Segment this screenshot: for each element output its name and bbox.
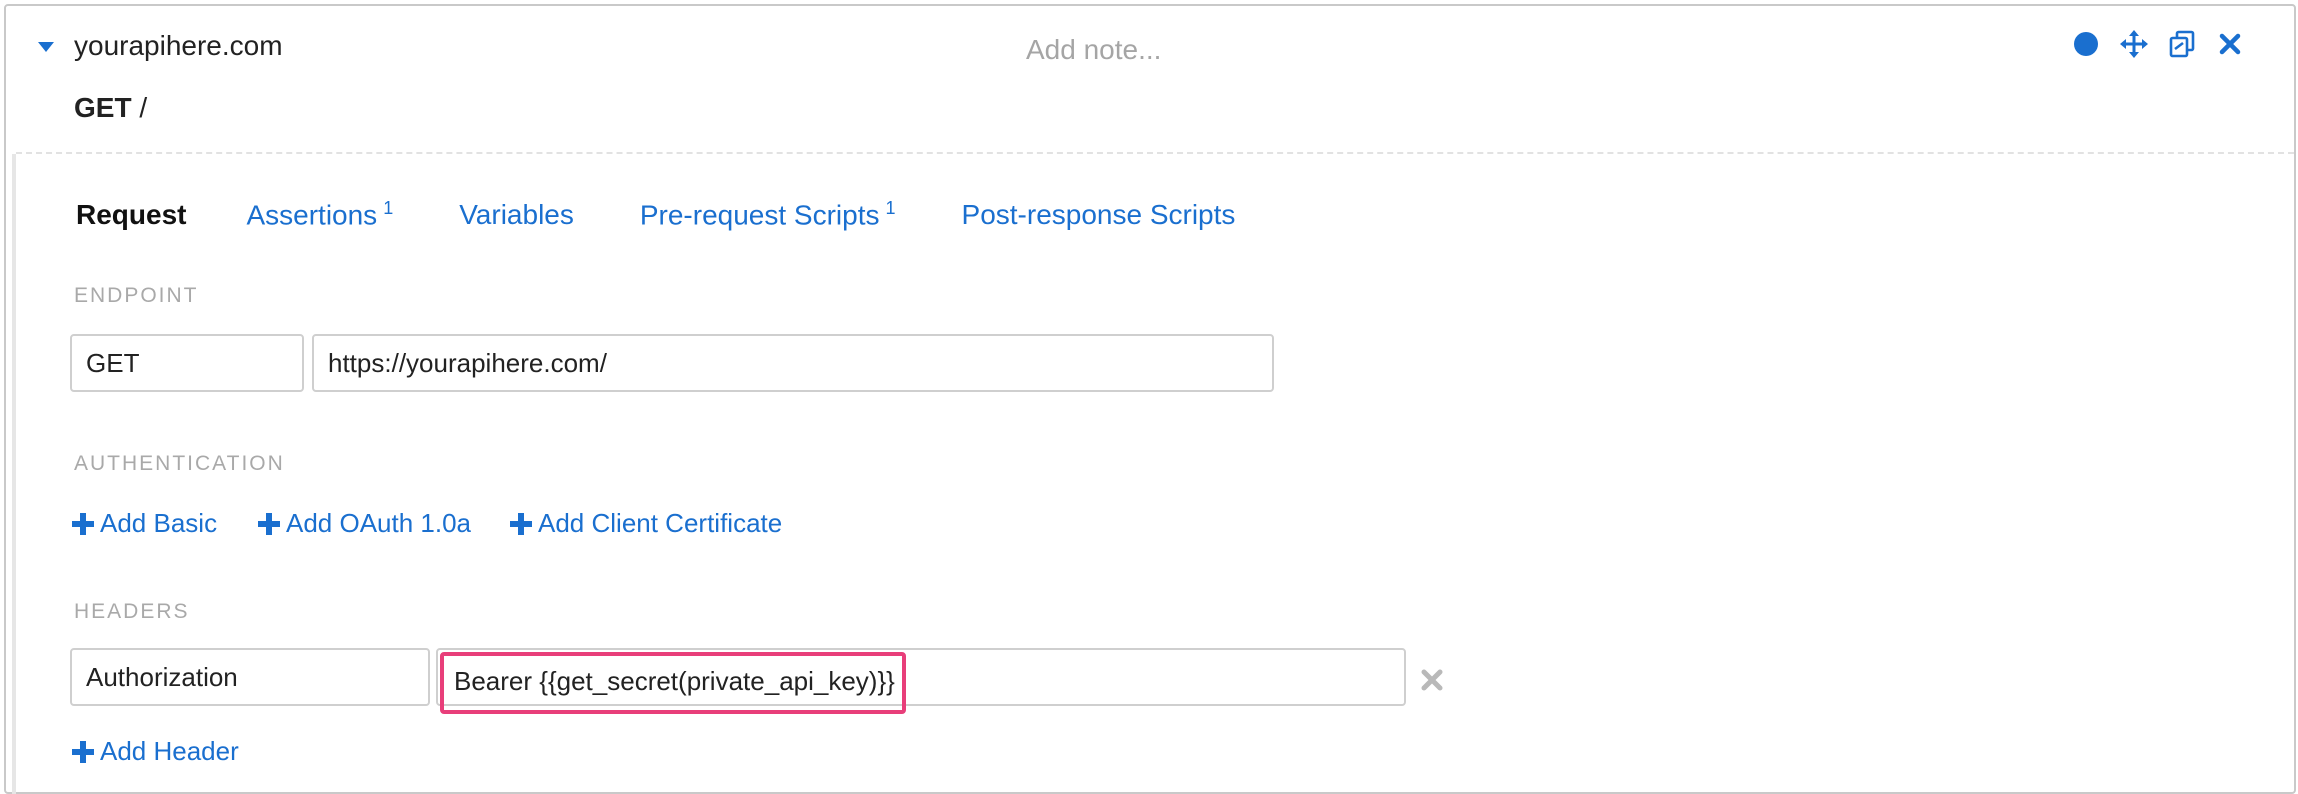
assertions-count-badge: 1 (383, 198, 394, 218)
tab-assertions[interactable]: Assertions 1 (246, 198, 393, 231)
request-tabs: Request Assertions 1 Variables Pre-reques… (76, 198, 1301, 231)
add-client-certificate-button[interactable]: Add Client Certificate (510, 508, 782, 539)
summary-path: / (139, 92, 148, 123)
headers-label: HEADERS (74, 600, 190, 623)
tab-variables[interactable]: Variables (459, 199, 574, 231)
header-divider (16, 152, 2294, 154)
header-name-input[interactable]: Authorization (70, 648, 430, 706)
tab-pre-request-scripts[interactable]: Pre-request Scripts 1 (640, 198, 896, 231)
summary-method: GET (74, 92, 132, 123)
tab-post-response-scripts[interactable]: Post-response Scripts (962, 199, 1236, 231)
method-select[interactable]: GET (70, 334, 304, 392)
plus-icon (258, 512, 280, 535)
plus-icon (72, 512, 94, 535)
status-dot-icon[interactable] (2072, 30, 2100, 58)
add-oauth-button[interactable]: Add OAuth 1.0a (258, 508, 471, 539)
add-header-button[interactable]: Add Header (72, 736, 239, 767)
collapse-caret-icon[interactable] (38, 42, 54, 52)
pre-request-count-badge: 1 (885, 198, 896, 218)
remove-header-icon[interactable] (1420, 668, 1444, 697)
add-basic-auth-button[interactable]: Add Basic (72, 508, 217, 539)
add-note-field[interactable]: Add note... (1026, 34, 1161, 66)
duplicate-icon[interactable] (2168, 30, 2196, 58)
close-icon[interactable] (2216, 30, 2244, 58)
panel-left-border (12, 154, 16, 794)
url-input[interactable]: https://yourapihere.com/ (312, 334, 1274, 392)
authentication-label: AUTHENTICATION (74, 452, 285, 475)
request-actions (2072, 30, 2244, 58)
tab-request[interactable]: Request (76, 199, 186, 231)
move-icon[interactable] (2120, 30, 2148, 58)
plus-icon (510, 512, 532, 535)
request-panel: yourapihere.com Add note... GET / Reques… (4, 4, 2296, 794)
secret-highlight-box (440, 652, 906, 714)
endpoint-label: ENDPOINT (74, 284, 199, 307)
plus-icon (72, 740, 94, 763)
method-path-summary: GET / (74, 92, 147, 124)
request-title: yourapihere.com (74, 30, 283, 61)
